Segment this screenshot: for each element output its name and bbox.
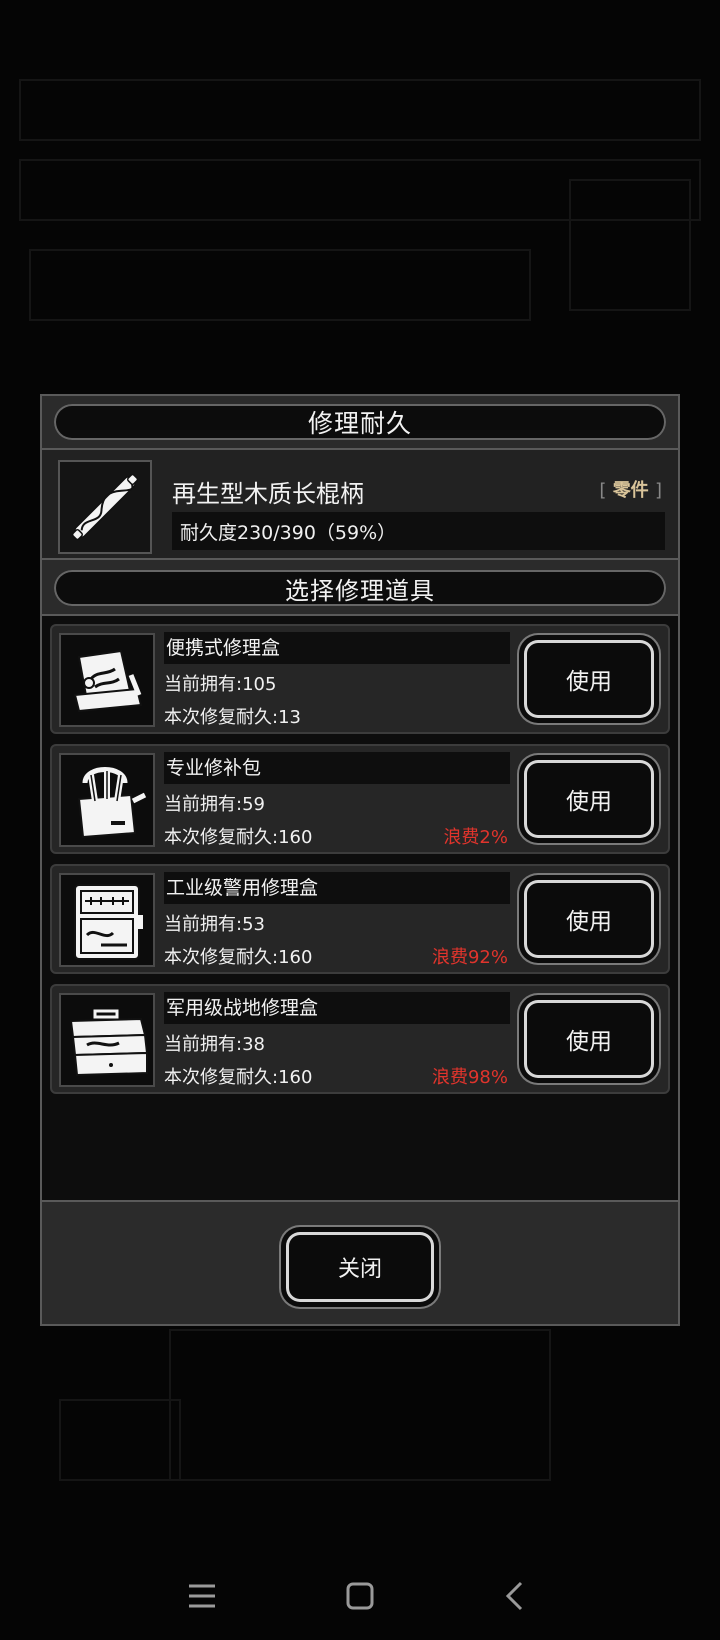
divider	[42, 1200, 678, 1202]
military-toolbox-icon	[59, 993, 155, 1087]
tool-list: 便携式修理盒 当前拥有:105 本次修复耐久:13 使用 专业修补包 当前拥有:…	[42, 616, 678, 1200]
use-button[interactable]: 使用	[524, 880, 654, 958]
close-button[interactable]: 关闭	[286, 1232, 434, 1302]
tool-waste: 浪费98%	[431, 1067, 508, 1088]
tool-owned: 当前拥有:105	[164, 674, 277, 695]
item-tag: [ 零件 ]	[599, 476, 662, 502]
list-item: 军用级战地修理盒 当前拥有:38 本次修复耐久:160 浪费98% 使用	[50, 984, 670, 1094]
use-button[interactable]: 使用	[524, 640, 654, 718]
portable-repair-box-icon	[59, 633, 155, 727]
tool-waste: 浪费92%	[431, 947, 508, 968]
tool-owned: 当前拥有:59	[164, 794, 265, 815]
wooden-staff-icon	[58, 460, 152, 554]
use-button[interactable]: 使用	[524, 760, 654, 838]
repair-dialog: 修理耐久 再生型木质长棍柄 [ 零件 ] 耐久度230/390（59%） 选择修…	[40, 394, 680, 1326]
system-navbar	[0, 1560, 720, 1640]
list-item: 工业级警用修理盒 当前拥有:53 本次修复耐久:160 浪费92% 使用	[50, 864, 670, 974]
list-item: 专业修补包 当前拥有:59 本次修复耐久:160 浪费2% 使用	[50, 744, 670, 854]
tool-repair: 本次修复耐久:160	[164, 947, 313, 968]
menu-icon[interactable]	[172, 1574, 232, 1618]
divider	[42, 558, 678, 560]
dialog-title: 修理耐久	[54, 404, 666, 440]
tool-name: 工业级警用修理盒	[164, 872, 510, 904]
item-name: 再生型木质长棍柄	[172, 480, 364, 508]
industrial-repair-case-icon	[59, 873, 155, 967]
list-item: 便携式修理盒 当前拥有:105 本次修复耐久:13 使用	[50, 624, 670, 734]
select-tool-title: 选择修理道具	[54, 570, 666, 606]
use-button[interactable]: 使用	[524, 1000, 654, 1078]
home-icon[interactable]	[330, 1574, 390, 1618]
tag-bracket-close: ]	[654, 480, 662, 501]
tool-owned: 当前拥有:53	[164, 914, 265, 935]
durability-text: 耐久度230/390（59%）	[172, 512, 665, 550]
pro-repair-kit-icon	[59, 753, 155, 847]
tool-name: 便携式修理盒	[164, 632, 510, 664]
back-icon[interactable]	[484, 1574, 544, 1618]
tool-repair: 本次修复耐久:160	[164, 827, 313, 848]
tool-name: 军用级战地修理盒	[164, 992, 510, 1024]
tool-repair: 本次修复耐久:13	[164, 707, 301, 728]
tool-waste: 浪费2%	[443, 827, 508, 848]
tool-owned: 当前拥有:38	[164, 1034, 265, 1055]
tool-repair: 本次修复耐久:160	[164, 1067, 313, 1088]
item-info: 再生型木质长棍柄 [ 零件 ] 耐久度230/390（59%）	[42, 450, 678, 558]
tool-name: 专业修补包	[164, 752, 510, 784]
tag-bracket-open: [	[599, 480, 607, 501]
tag-label: 零件	[612, 480, 649, 501]
dialog-footer: 关闭	[42, 1212, 678, 1324]
